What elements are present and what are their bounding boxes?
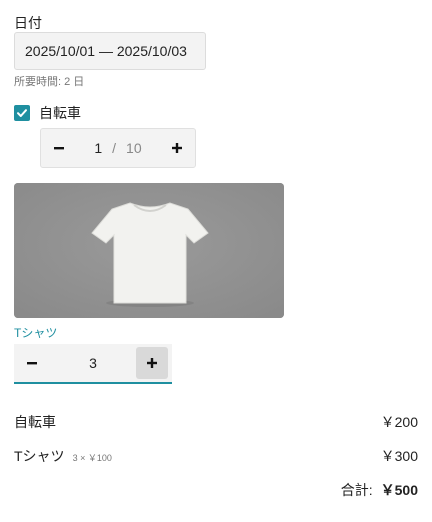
- summary-row-tshirt: Tシャツ 3 × ￥100 ￥300: [14, 446, 418, 466]
- date-label: 日付: [14, 15, 42, 31]
- summary-row-bike: 自転車 ￥200: [14, 412, 418, 432]
- minus-icon: [54, 147, 64, 150]
- summary-tshirt-label: Tシャツ: [14, 448, 65, 464]
- tshirt-increment-button[interactable]: [136, 347, 168, 379]
- date-range-input[interactable]: 2025/10/01 — 2025/10/03: [14, 32, 206, 70]
- tshirt-decrement-button[interactable]: [14, 345, 50, 381]
- date-range-value: 2025/10/01 — 2025/10/03: [25, 43, 187, 59]
- plus-icon: [147, 358, 157, 368]
- bike-quantity-value: 1: [94, 140, 103, 156]
- summary-tshirt-detail: 3 × ￥100: [72, 453, 112, 463]
- bike-checkbox-label: 自転車: [39, 105, 81, 121]
- duration-text: 所要時間: 2 日: [14, 76, 85, 88]
- bike-quantity-separator: /: [112, 140, 117, 156]
- summary-bike-label: 自転車: [14, 414, 56, 430]
- tshirt-name: Tシャツ: [14, 326, 58, 340]
- total-label: 合計:: [340, 482, 373, 498]
- total-value: ￥500: [380, 482, 418, 498]
- check-icon: [17, 109, 27, 117]
- bike-checkbox-row[interactable]: 自転車: [14, 103, 81, 123]
- plus-icon: [172, 143, 182, 153]
- bike-checkbox[interactable]: [14, 105, 30, 121]
- tshirt-image: [14, 183, 284, 318]
- bike-quantity-display: 1 / 10: [77, 140, 159, 156]
- bike-quantity-stepper: 1 / 10: [40, 128, 196, 168]
- bike-quantity-max: 10: [126, 140, 142, 156]
- summary-bike-price: ￥200: [380, 414, 418, 430]
- bike-increment-button[interactable]: [159, 130, 195, 166]
- minus-icon: [27, 362, 37, 365]
- tshirt-quantity-stepper: 3: [14, 344, 172, 384]
- bike-decrement-button[interactable]: [41, 130, 77, 166]
- summary-total: 合計: ￥500: [341, 480, 418, 500]
- summary-tshirt-price: ￥300: [380, 448, 418, 464]
- tshirt-quantity-value[interactable]: 3: [50, 355, 136, 371]
